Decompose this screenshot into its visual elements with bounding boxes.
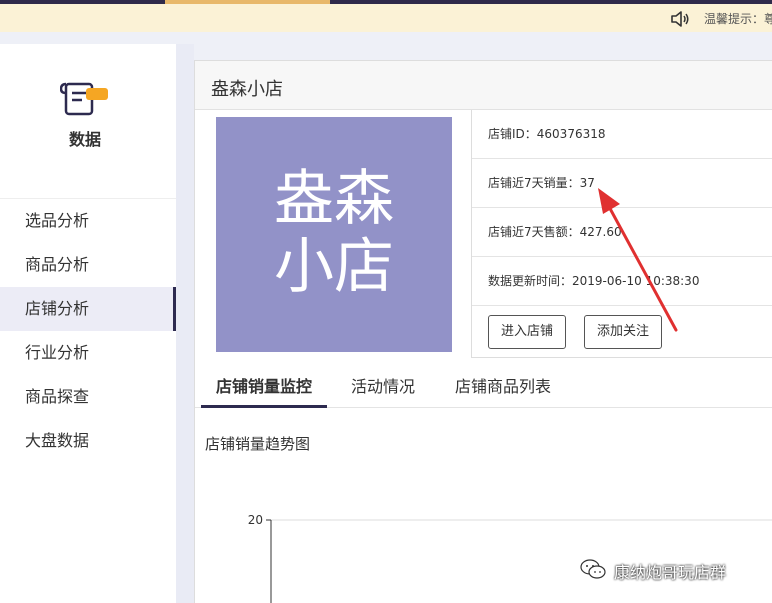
section-label: 数据 [68,130,101,149]
sidebar-item-shop-analysis[interactable]: 店铺分析 [0,287,176,331]
sidebar-item-market-data[interactable]: 大盘数据 [0,419,176,463]
shop-info: 店铺ID：460376318 店铺近7天销量：37 店铺近7天售额：427.60… [471,110,772,358]
tab-sales-monitor[interactable]: 店铺销量监控 [201,371,327,408]
shop-logo: 盎森 小店 [216,117,452,352]
sales-trend-chart: 20 [248,513,772,603]
shop-header: 盎森小店 [195,61,772,110]
enter-shop-button[interactable]: 进入店铺 [488,315,567,349]
chart-title: 店铺销量趋势图 [205,435,311,453]
shop-title: 盎森小店 [211,79,283,100]
add-follow-button[interactable]: 添加关注 [584,315,663,349]
sidebar-item-product-selection[interactable]: 选品分析 [0,199,176,243]
sidebar-item-industry-analysis[interactable]: 行业分析 [0,331,176,375]
main-panel: 盎森小店 盎森 小店 店铺ID：460376318 店铺近7天销量：37 店铺近… [194,60,772,603]
sidebar: 数据 选品分析 商品分析 店铺分析 行业分析 商品探查 大盘数据 [0,44,176,603]
watermark: 康纳炮哥玩店群 [580,556,772,584]
wechat-icon [580,559,606,579]
tab-activity[interactable]: 活动情况 [351,371,415,408]
shop-update-time: 数据更新时间：2019-06-10 10:38:30 [472,257,772,306]
shop-logo-line2: 小店 [274,232,394,302]
speaker-icon[interactable] [670,11,690,27]
sidebar-menu: 选品分析 商品分析 店铺分析 行业分析 商品探查 大盘数据 [0,199,176,463]
notice-text: 温馨提示：尊 [704,12,772,26]
watermark-text: 康纳炮哥玩店群 [614,563,727,582]
sidebar-item-product-explore[interactable]: 商品探查 [0,375,176,419]
scroll-icon [60,82,108,116]
tab-bar: 店铺销量监控 活动情况 店铺商品列表 [195,371,772,408]
notice-bar: 温馨提示：尊 [0,4,772,32]
tab-shop-products[interactable]: 店铺商品列表 [455,371,551,408]
shop-sales-7d: 店铺近7天销量：37 [472,159,772,208]
sidebar-item-product-analysis[interactable]: 商品分析 [0,243,176,287]
layout-gutter [176,44,194,603]
shop-revenue-7d: 店铺近7天售额：427.60 [472,208,772,257]
shop-logo-line1: 盎森 [274,164,394,234]
shop-id: 店铺ID：460376318 [472,110,772,159]
y-tick-label-20: 20 [248,513,263,527]
